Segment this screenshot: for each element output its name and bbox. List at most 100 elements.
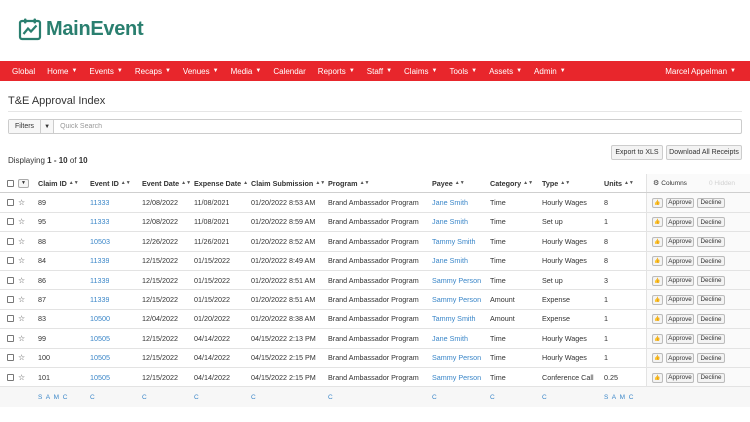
- col-program[interactable]: Program ▲▼: [328, 174, 369, 192]
- decline-button[interactable]: Decline: [697, 333, 725, 344]
- row-checkbox[interactable]: [7, 271, 14, 289]
- row-checkbox[interactable]: [7, 368, 14, 386]
- select-all-checkbox[interactable]: [7, 174, 14, 192]
- footer-aggregate-type[interactable]: C: [542, 387, 548, 407]
- approve-button[interactable]: Approve: [666, 236, 694, 247]
- cell-payee[interactable]: Sammy Person: [432, 271, 481, 289]
- cell-payee[interactable]: Sammy Person: [432, 349, 481, 367]
- cell-payee[interactable]: Jane Smith: [432, 213, 468, 231]
- approve-button[interactable]: Approve: [666, 314, 694, 325]
- footer-aggregate-units[interactable]: S A M C: [604, 387, 634, 407]
- nav-item-recaps[interactable]: Recaps ▼: [129, 67, 177, 76]
- thumbs-up-icon[interactable]: 👍: [652, 353, 663, 364]
- cell-event-id[interactable]: 10500: [90, 310, 110, 328]
- nav-item-media[interactable]: Media ▼: [225, 67, 268, 76]
- filters-dropdown-toggle[interactable]: ▼: [41, 120, 55, 133]
- footer-aggregate-claim-id[interactable]: S A M C: [38, 387, 68, 407]
- decline-button[interactable]: Decline: [697, 256, 725, 267]
- row-checkbox[interactable]: [7, 252, 14, 270]
- nav-item-assets[interactable]: Assets ▼: [483, 67, 528, 76]
- row-checkbox[interactable]: [7, 310, 14, 328]
- brand-logo[interactable]: MainEvent: [18, 16, 144, 42]
- cell-event-id[interactable]: 11339: [90, 271, 109, 289]
- star-icon[interactable]: ☆: [18, 349, 25, 367]
- decline-button[interactable]: Decline: [697, 275, 725, 286]
- cell-event-id[interactable]: 10505: [90, 329, 110, 347]
- cell-payee[interactable]: Sammy Person: [432, 290, 481, 308]
- nav-item-staff[interactable]: Staff ▼: [361, 67, 398, 76]
- download-receipts-button[interactable]: Download All Receipts: [666, 145, 742, 160]
- row-checkbox[interactable]: [7, 232, 14, 250]
- thumbs-up-icon[interactable]: 👍: [652, 372, 663, 383]
- nav-item-calendar[interactable]: Calendar: [267, 67, 311, 76]
- approve-button[interactable]: Approve: [666, 353, 694, 364]
- cell-payee[interactable]: Tammy Smith: [432, 310, 476, 328]
- decline-button[interactable]: Decline: [697, 217, 725, 228]
- footer-aggregate-event-id[interactable]: C: [90, 387, 96, 407]
- footer-aggregate-claim-submission[interactable]: C: [251, 387, 257, 407]
- nav-item-claims[interactable]: Claims ▼: [398, 67, 443, 76]
- nav-item-events[interactable]: Events ▼: [83, 67, 128, 76]
- cell-event-id[interactable]: 10505: [90, 349, 110, 367]
- footer-aggregate-event-date[interactable]: C: [142, 387, 148, 407]
- cell-payee[interactable]: Jane Smith: [432, 329, 468, 347]
- col-claim-submission[interactable]: Claim Submission ▲▼: [251, 174, 325, 192]
- cell-payee[interactable]: Jane Smith: [432, 252, 468, 270]
- nav-item-global[interactable]: Global: [6, 67, 41, 76]
- row-checkbox[interactable]: [7, 213, 14, 231]
- col-claim-id[interactable]: Claim ID ▲▼: [38, 174, 79, 192]
- footer-aggregate-payee[interactable]: C: [432, 387, 438, 407]
- nav-item-tools[interactable]: Tools ▼: [443, 67, 483, 76]
- col-units[interactable]: Units ▲▼: [604, 174, 634, 192]
- nav-item-venues[interactable]: Venues ▼: [177, 67, 225, 76]
- thumbs-up-icon[interactable]: 👍: [652, 217, 663, 228]
- row-checkbox[interactable]: [7, 193, 14, 211]
- footer-aggregate-expense-date[interactable]: C: [194, 387, 200, 407]
- col-payee[interactable]: Payee ▲▼: [432, 174, 465, 192]
- footer-aggregate-category[interactable]: C: [490, 387, 496, 407]
- decline-button[interactable]: Decline: [697, 294, 725, 305]
- thumbs-up-icon[interactable]: 👍: [652, 236, 663, 247]
- row-checkbox[interactable]: [7, 329, 14, 347]
- star-icon[interactable]: ☆: [18, 232, 25, 250]
- bulk-select-dropdown[interactable]: ▼: [18, 174, 29, 192]
- star-icon[interactable]: ☆: [18, 252, 25, 270]
- cell-event-id[interactable]: 10505: [90, 368, 110, 386]
- cell-event-id[interactable]: 11333: [90, 193, 109, 211]
- approve-button[interactable]: Approve: [666, 294, 694, 305]
- star-icon[interactable]: ☆: [18, 368, 25, 386]
- col-event-id[interactable]: Event ID ▲▼: [90, 174, 131, 192]
- thumbs-up-icon[interactable]: 👍: [652, 333, 663, 344]
- thumbs-up-icon[interactable]: 👍: [652, 197, 663, 208]
- row-checkbox[interactable]: [7, 349, 14, 367]
- filters-button[interactable]: Filters: [9, 120, 42, 133]
- cell-payee[interactable]: Tammy Smith: [432, 232, 476, 250]
- row-checkbox[interactable]: [7, 290, 14, 308]
- star-icon[interactable]: ☆: [18, 329, 25, 347]
- thumbs-up-icon[interactable]: 👍: [652, 256, 663, 267]
- approve-button[interactable]: Approve: [666, 372, 694, 383]
- approve-button[interactable]: Approve: [666, 256, 694, 267]
- nav-item-admin[interactable]: Admin ▼: [528, 67, 572, 76]
- quick-search-input[interactable]: [54, 120, 741, 133]
- footer-aggregate-program[interactable]: C: [328, 387, 334, 407]
- nav-item-reports[interactable]: Reports ▼: [312, 67, 361, 76]
- star-icon[interactable]: ☆: [18, 290, 25, 308]
- cell-event-id[interactable]: 11333: [90, 213, 109, 231]
- col-type[interactable]: Type ▲▼: [542, 174, 570, 192]
- star-icon[interactable]: ☆: [18, 213, 25, 231]
- thumbs-up-icon[interactable]: 👍: [652, 275, 663, 286]
- thumbs-up-icon[interactable]: 👍: [652, 294, 663, 305]
- thumbs-up-icon[interactable]: 👍: [652, 314, 663, 325]
- star-icon[interactable]: ☆: [18, 193, 25, 211]
- decline-button[interactable]: Decline: [697, 314, 725, 325]
- export-xls-button[interactable]: Export to XLS: [611, 145, 663, 160]
- decline-button[interactable]: Decline: [697, 353, 725, 364]
- star-icon[interactable]: ☆: [18, 310, 25, 328]
- decline-button[interactable]: Decline: [697, 197, 725, 208]
- cell-event-id[interactable]: 11339: [90, 252, 109, 270]
- approve-button[interactable]: Approve: [666, 275, 694, 286]
- decline-button[interactable]: Decline: [697, 236, 725, 247]
- approve-button[interactable]: Approve: [666, 217, 694, 228]
- col-expense-date[interactable]: Expense Date ▲: [194, 174, 248, 192]
